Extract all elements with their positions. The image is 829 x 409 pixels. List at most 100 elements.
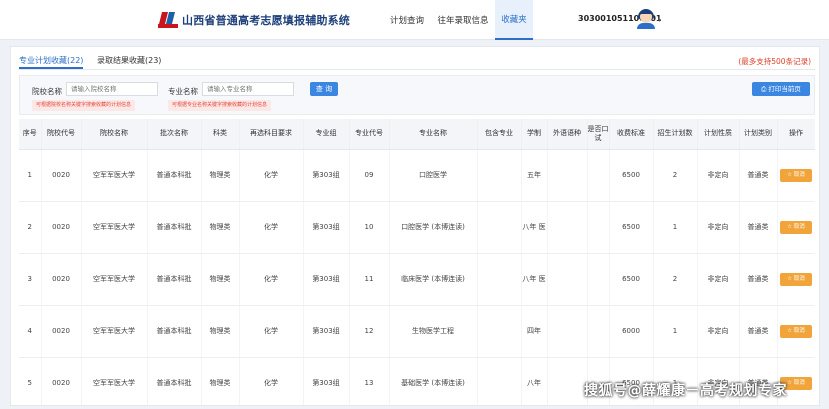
cell-category: 物理类 — [201, 305, 240, 358]
star-icon: ☆ — [787, 223, 794, 230]
table-header-row: 序号 院校代号 院校名称 批次名称 科类 再选科目要求 专业组 专业代号 专业名称 包含专业 学制外… — [19, 119, 815, 150]
column-header: 是否口试 — [587, 119, 610, 150]
cell-subject: 化学 — [239, 149, 304, 202]
cell-language — [547, 201, 588, 254]
cell-plan: 2 — [653, 149, 698, 202]
cancel-favorite-button[interactable]: ☆ 取消 — [780, 168, 812, 182]
major-search-tip: 可根据专业名称关键字搜索收藏的计划信息 — [168, 100, 272, 111]
cell-includes — [477, 253, 522, 306]
nav-plan-query[interactable]: 计划查询 — [384, 0, 430, 40]
cancel-favorite-button[interactable]: ☆ 取消 — [780, 324, 812, 338]
cell-group: 第303组 — [303, 149, 350, 202]
cell-code: 0020 — [41, 253, 82, 306]
cell-action: ☆ 取消 — [777, 253, 815, 306]
cell-major: 基础医学 (本博连读) — [389, 357, 478, 405]
major-name-input[interactable] — [202, 82, 294, 96]
cell-school: 空军军医大学 — [81, 305, 148, 358]
cell-length: 八年 — [521, 357, 548, 405]
cell-language — [547, 305, 588, 358]
cancel-button-label: 取消 — [793, 171, 805, 178]
cancel-button-label: 取消 — [793, 223, 805, 230]
cell-fee: 6500 — [609, 149, 654, 202]
cell-no: 4 — [19, 305, 42, 358]
cell-group: 第303组 — [303, 357, 350, 405]
column-header: 专业名称 — [389, 119, 478, 150]
cell-fee: 6500 — [609, 253, 654, 306]
cell-nature: 非定向 — [697, 201, 740, 254]
nav-past-admission[interactable]: 往年录取信息 — [434, 0, 492, 40]
column-header: 计划类别 — [739, 119, 778, 150]
school-search-tip: 可根据院校名称关键字搜索收藏的计划信息 — [32, 100, 136, 111]
school-name-label: 院校名称 — [32, 87, 62, 96]
cell-action: ☆ 取消 — [777, 201, 815, 254]
search-button[interactable]: 查 询 — [310, 82, 338, 96]
cell-subject: 化学 — [239, 305, 304, 358]
cell-major-code: 10 — [349, 201, 390, 254]
cell-language — [547, 357, 588, 405]
cell-major-code: 11 — [349, 253, 390, 306]
chevron-down-icon[interactable]: ▾ — [658, 17, 661, 24]
cell-nature: 非定向 — [697, 305, 740, 358]
column-header: 计划性质 — [697, 119, 740, 150]
print-page-button[interactable]: ⎙ 打印当前页 — [752, 82, 810, 96]
cell-subject: 化学 — [239, 201, 304, 254]
cell-batch: 普通本科批 — [147, 149, 202, 202]
cell-major-code: 13 — [349, 357, 390, 405]
cell-oral — [587, 201, 610, 254]
cell-includes — [477, 305, 522, 358]
cell-school: 空军军医大学 — [81, 201, 148, 254]
cancel-favorite-button[interactable]: ☆ 取消 — [780, 272, 812, 286]
table-row: 4 0020 空军军医大学 普通本科批 物理类 化学 第303组 12 生物医学工程 四年 6000… — [19, 305, 815, 358]
school-name-input[interactable] — [66, 82, 158, 96]
nav-favorites[interactable]: 收藏夹 — [495, 0, 533, 40]
column-header: 序号 — [19, 119, 42, 150]
favorites-panel: 专业计划收藏(22) 录取结果收藏(23) (最多支持500条记录) 院校名称 … — [10, 46, 820, 406]
cell-oral — [587, 253, 610, 306]
cancel-button-label: 取消 — [793, 275, 805, 282]
cell-includes — [477, 357, 522, 405]
cell-major-code: 12 — [349, 305, 390, 358]
cancel-button-label: 取消 — [793, 327, 805, 334]
cell-action: ☆ 取消 — [777, 305, 815, 358]
table-row: 1 0020 空军军医大学 普通本科批 物理类 化学 第303组 09 口腔医学 五年 6500 2 非… — [19, 149, 815, 202]
column-header: 操作 — [777, 119, 815, 150]
cell-no: 1 — [19, 149, 42, 202]
print-button-label: 打印当前页 — [768, 85, 801, 93]
cell-code: 0020 — [41, 201, 82, 254]
watermark: 搜狐号@薛耀康－高考规划专家 — [584, 383, 787, 399]
cancel-favorite-button[interactable]: ☆ 取消 — [780, 220, 812, 234]
column-header: 招生计划数 — [653, 119, 698, 150]
cell-subject: 化学 — [239, 357, 304, 405]
system-logo[interactable]: 山西省普通高考志愿填报辅助系统 — [158, 9, 350, 31]
star-icon: ☆ — [787, 275, 794, 282]
cell-oral — [587, 305, 610, 358]
cell-plan: 1 — [653, 305, 698, 358]
tab-major-plan-favorites[interactable]: 专业计划收藏(22) — [19, 55, 84, 69]
cell-code: 0020 — [41, 149, 82, 202]
cell-group: 第303组 — [303, 305, 350, 358]
cell-school: 空军军医大学 — [81, 357, 148, 405]
cell-group: 第303组 — [303, 201, 350, 254]
column-header: 院校代号 — [41, 119, 82, 150]
cell-no: 3 — [19, 253, 42, 306]
star-icon: ☆ — [787, 379, 794, 386]
cell-plan: 1 — [653, 201, 698, 254]
tab-admission-result-favorites[interactable]: 录取结果收藏(23) — [97, 55, 161, 69]
cell-plan: 2 — [653, 253, 698, 306]
cell-type: 普通类 — [739, 305, 778, 358]
cell-length: 五年 — [521, 149, 548, 202]
cell-nature: 非定向 — [697, 253, 740, 306]
cell-type: 普通类 — [739, 253, 778, 306]
cell-code: 0020 — [41, 305, 82, 358]
cell-includes — [477, 149, 522, 202]
filter-bar: 院校名称 可根据院校名称关键字搜索收藏的计划信息 专业名称 可根据专业名称关键字… — [19, 75, 815, 115]
cell-batch: 普通本科批 — [147, 305, 202, 358]
cell-oral — [587, 149, 610, 202]
table-row: 2 0020 空军军医大学 普通本科批 物理类 化学 第303组 10 口腔医学 (本博连读) 八… — [19, 201, 815, 254]
cell-subject: 化学 — [239, 253, 304, 306]
column-header: 包含专业 — [477, 119, 522, 150]
column-header: 学制 — [521, 119, 548, 150]
favorites-table: 序号 院校代号 院校名称 批次名称 科类 再选科目要求 专业组 专业代号 专业名称 包含专业 学制外… — [19, 119, 815, 405]
cell-length: 八年 医 — [521, 253, 548, 306]
avatar-icon[interactable] — [636, 9, 656, 29]
